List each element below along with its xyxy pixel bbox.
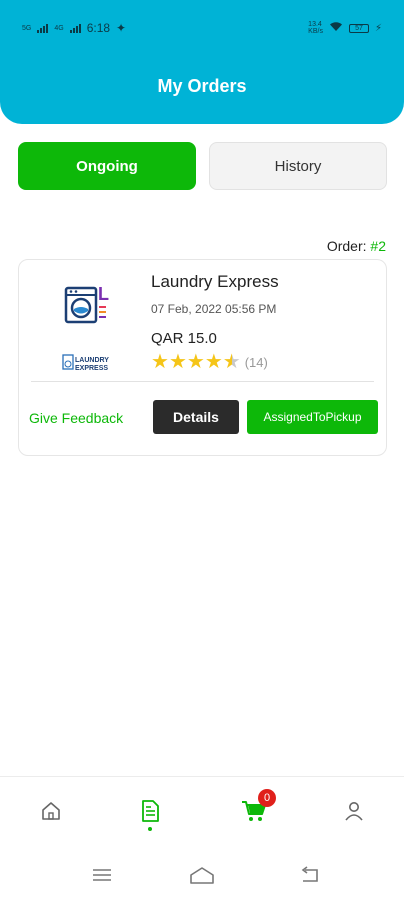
rating: ★ ★ ★ ★ ★ (14): [151, 352, 268, 372]
order-count-value: #2: [370, 238, 386, 254]
rating-stars: ★ ★ ★ ★ ★: [151, 352, 241, 372]
nav-orders-icon[interactable]: [136, 797, 164, 825]
wifi-icon: [329, 21, 343, 35]
battery-icon: 57: [348, 23, 369, 33]
nav-home-icon[interactable]: [37, 797, 65, 825]
nav-profile-icon[interactable]: [340, 797, 368, 825]
shop-name: Laundry Express: [151, 272, 279, 291]
star-icon: ★: [204, 351, 223, 373]
give-feedback-link[interactable]: Give Feedback: [29, 410, 123, 426]
order-card[interactable]: L LAUNDRY EXPRESS Laundry Express 07 Feb…: [18, 259, 387, 456]
app-header: 5G 4G 6:18 ✦ 13.4 KB/s 57 ⚡ My Orders: [0, 0, 404, 124]
logo-letter: L: [98, 284, 109, 304]
status-time: 6:18: [86, 21, 111, 35]
order-price: QAR 15.0: [151, 330, 217, 347]
network-speed: 13.4 KB/s: [308, 21, 323, 35]
system-nav-bar: [0, 846, 404, 900]
charging-icon: ⚡: [374, 22, 382, 34]
page-title: My Orders: [157, 76, 247, 96]
tab-ongoing[interactable]: Ongoing: [18, 142, 196, 190]
star-icon: ★: [222, 351, 241, 373]
details-button[interactable]: Details: [153, 400, 239, 434]
order-count-label: Order:: [326, 238, 371, 254]
system-home-icon[interactable]: [189, 864, 215, 886]
location-icon: ✦: [116, 21, 127, 35]
menu-icon[interactable]: [89, 864, 115, 886]
signal-icon: [69, 23, 81, 33]
status-bar: 5G 4G 6:18 ✦ 13.4 KB/s 57 ⚡: [22, 18, 382, 38]
shop-logo: L LAUNDRY EXPRESS: [45, 278, 155, 378]
logo-text-bottom: EXPRESS: [75, 365, 108, 372]
network-4g-label: 4G: [54, 24, 64, 32]
status-button[interactable]: AssignedToPickup: [247, 400, 378, 434]
back-icon[interactable]: [297, 864, 323, 886]
cart-badge: 0: [258, 789, 276, 807]
order-count: Order: #2: [327, 238, 386, 254]
bottom-nav: 0: [0, 776, 404, 846]
order-date: 07 Feb, 2022 05:56 PM: [151, 302, 277, 316]
star-icon: ★: [151, 351, 169, 373]
network-5g-label: 5G: [22, 24, 32, 32]
card-divider: [31, 381, 374, 382]
washing-machine-icon: L LAUNDRY EXPRESS: [62, 284, 109, 372]
active-indicator: [148, 827, 152, 831]
review-count: (14): [244, 354, 268, 370]
signal-icon: [37, 23, 49, 33]
star-icon: ★: [186, 351, 205, 373]
tab-history[interactable]: History: [209, 142, 387, 190]
logo-text-top: LAUNDRY: [75, 357, 109, 364]
star-icon: ★: [168, 351, 187, 373]
